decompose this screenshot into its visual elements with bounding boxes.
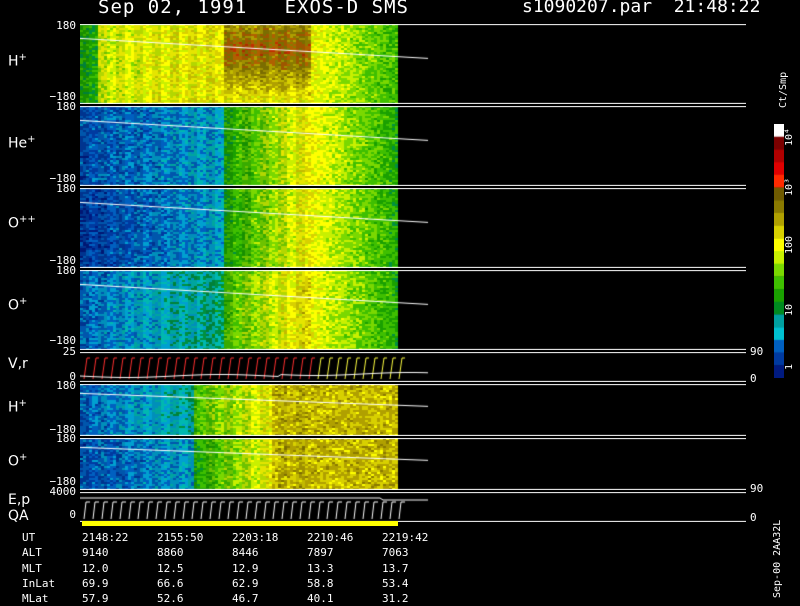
tick-ep-top: 4000 xyxy=(49,485,77,498)
colorbar-unit: Ct/Smp xyxy=(778,71,789,108)
tick-o-plus-plus-top: 180 xyxy=(56,182,76,195)
label-vr: V,r xyxy=(8,356,28,372)
orbit-cell: 2210:46 xyxy=(307,531,354,544)
label-h-plus-2: H+ xyxy=(8,398,27,416)
panel-h-plus xyxy=(80,24,746,104)
label-ep: E,p xyxy=(8,492,31,508)
orbit-cell: 8446 xyxy=(232,546,259,560)
panel-vr xyxy=(80,352,746,382)
colorbar-tick-1: 1 xyxy=(784,363,795,370)
orbit-cell: 31.2 xyxy=(382,592,409,606)
colorbar-tick-1e3: 10³ xyxy=(784,177,795,196)
orbit-cell: 53.4 xyxy=(382,576,409,590)
tick-h-plus-top: 180 xyxy=(56,19,76,32)
orbit-row-name: ALT xyxy=(22,546,42,560)
orbit-cell: 13.7 xyxy=(382,561,409,575)
panel-he-plus xyxy=(80,106,746,186)
orbit-cell: 46.7 xyxy=(232,592,259,606)
orbit-row-name: UT xyxy=(22,531,36,544)
rtick-ep-top: 90 xyxy=(750,482,764,495)
spectrogram-h-plus-2 xyxy=(80,384,746,436)
plot-ep xyxy=(80,492,746,522)
orbit-cell: 2155:50 xyxy=(157,531,204,544)
orbit-cell: 2148:22 xyxy=(82,531,129,544)
orbit-cell: 2219:42 xyxy=(382,531,429,544)
orbit-cell: 52.6 xyxy=(157,592,184,606)
spectrogram-h-plus xyxy=(80,24,746,104)
tick-vr-top: 25 xyxy=(62,345,76,358)
panel-ep xyxy=(80,492,746,522)
orbit-row: UT 2148:22 2155:50 2203:18 2210:46 2219:42 xyxy=(22,530,457,545)
orbit-row: MLT 12.0 12.5 12.9 13.3 13.7 xyxy=(22,561,457,576)
orbit-cell: 8860 xyxy=(157,546,184,560)
orbit-row-name: MLat xyxy=(22,592,49,606)
orbit-cell: 2203:18 xyxy=(232,531,279,544)
tick-o-plus-2-top: 180 xyxy=(56,432,76,445)
panel-o-plus xyxy=(80,270,746,350)
tick-h-plus-2-top: 180 xyxy=(56,379,76,392)
rtick-vr-top: 90 xyxy=(750,345,764,358)
orbit-cell: 7897 xyxy=(307,546,334,560)
spectrogram-o-plus-plus xyxy=(80,188,746,268)
rtick-ep-bottom: 0 xyxy=(750,511,757,524)
orbit-cell: 69.9 xyxy=(82,576,109,590)
tick-he-plus-top: 180 xyxy=(56,100,76,113)
spectrogram-he-plus xyxy=(80,106,746,186)
colorbar-tick-1e4: 10⁴ xyxy=(784,127,795,146)
colorbar xyxy=(774,124,784,378)
orbit-cell: 40.1 xyxy=(307,592,334,606)
orbit-cell: 62.9 xyxy=(232,576,259,590)
chart-title: Sep 02, 1991 EXOS-D SMS xyxy=(98,0,409,18)
spectrogram-o-plus-2 xyxy=(80,438,746,490)
tick-o-plus-top: 180 xyxy=(56,264,76,277)
orbit-cell: 12.0 xyxy=(82,561,109,575)
orbit-cell: 57.9 xyxy=(82,592,109,606)
tick-ep-bottom: 0 xyxy=(69,508,76,521)
label-h-plus: H+ xyxy=(8,52,27,70)
panel-h-plus-2 xyxy=(80,384,746,436)
orbit-cell: 58.8 xyxy=(307,576,334,590)
orbit-cell: 12.9 xyxy=(232,561,259,575)
label-o-plus-2: O+ xyxy=(8,452,28,470)
orbit-table: UT 2148:22 2155:50 2203:18 2210:46 2219:42 ALT… xyxy=(22,530,457,606)
orbit-row: InLat 69.9 66.6 62.9 58.8 53.4 xyxy=(22,576,457,591)
quality-bar xyxy=(82,521,398,526)
file-info: s1090207.par 21:48:22 xyxy=(522,0,761,17)
colorbar-tick-10: 10 xyxy=(784,303,795,316)
colorbar-tick-100: 100 xyxy=(784,235,795,254)
orbit-row-name: InLat xyxy=(22,576,56,590)
orbit-cell: 7063 xyxy=(382,546,409,560)
rtick-vr-bottom: 0 xyxy=(750,372,757,385)
orbit-row: ALT 9140 8860 8446 7897 7063 xyxy=(22,545,457,560)
panel-o-plus-2 xyxy=(80,438,746,490)
label-o-plus: O+ xyxy=(8,296,28,314)
label-qa: QA xyxy=(8,508,29,524)
orbit-cell: 12.5 xyxy=(157,561,184,575)
label-he-plus: He+ xyxy=(8,134,36,152)
spectrogram-o-plus xyxy=(80,270,746,350)
panel-o-plus-plus xyxy=(80,188,746,268)
orbit-cell: 9140 xyxy=(82,546,109,560)
orbit-row: MLat 57.9 52.6 46.7 40.1 31.2 xyxy=(22,591,457,606)
label-o-plus-plus: O++ xyxy=(8,214,36,232)
version-string: Sep-00 2AA32L xyxy=(772,519,783,598)
orbit-cell: 13.3 xyxy=(307,561,334,575)
orbit-cell: 66.6 xyxy=(157,576,184,590)
plot-vr xyxy=(80,352,746,382)
orbit-row-name: MLT xyxy=(22,561,42,575)
